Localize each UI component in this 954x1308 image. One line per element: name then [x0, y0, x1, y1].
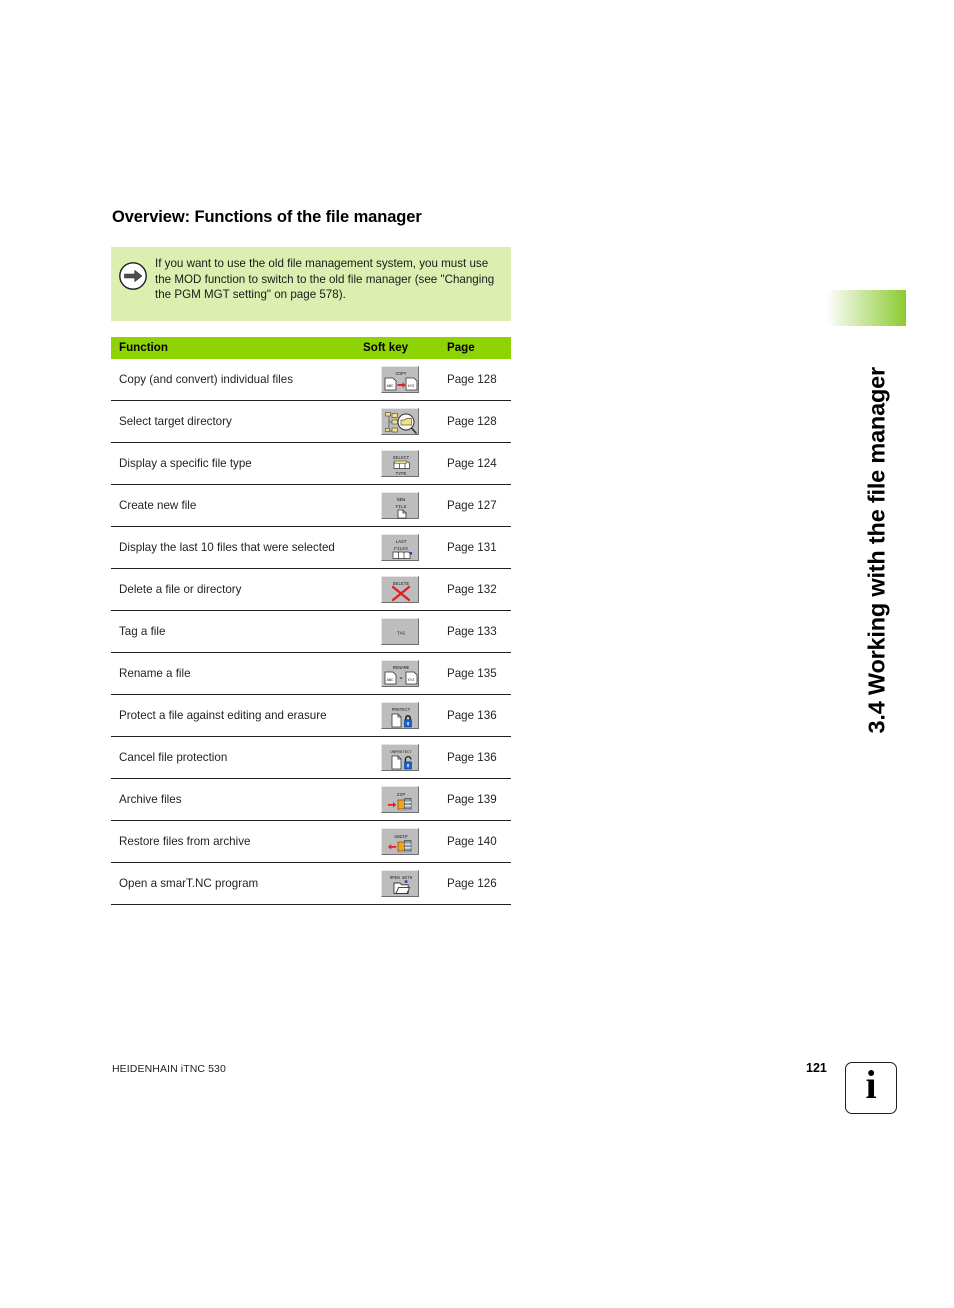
svg-text:TYPE: TYPE — [395, 471, 406, 477]
page-reference[interactable]: Page 131 — [441, 526, 511, 569]
svg-text:DELETE: DELETE — [393, 581, 410, 587]
svg-text:OPEN WITH: OPEN WITH — [390, 877, 413, 881]
page-reference[interactable]: Page 128 — [441, 400, 511, 443]
table-header-row: Function Soft key Page — [111, 337, 511, 359]
copy-softkey[interactable]: COPY ABC XYZ — [381, 366, 419, 393]
svg-text:ABC: ABC — [387, 385, 395, 389]
page-title: Overview: Functions of the file manager — [112, 208, 422, 226]
table-row: Open a smarT.NC program OPEN WITH Page 1… — [111, 862, 511, 905]
page-reference[interactable]: Page 133 — [441, 610, 511, 653]
table-row: Copy (and convert) individual files COPY… — [111, 359, 511, 401]
svg-text:PROTECT: PROTECT — [392, 708, 411, 713]
function-label: Tag a file — [111, 610, 359, 653]
protect-softkey[interactable]: PROTECT — [381, 702, 419, 729]
arrow-right-circle-icon — [111, 247, 155, 291]
table-row: Archive files ZIP Page 139 — [111, 778, 511, 821]
svg-text:COPY: COPY — [395, 371, 406, 377]
function-label: Copy (and convert) individual files — [111, 359, 359, 401]
function-label: Create new file — [111, 484, 359, 527]
function-label: Restore files from archive — [111, 820, 359, 863]
function-label: Select target directory — [111, 400, 359, 443]
function-label: Delete a file or directory — [111, 568, 359, 611]
table-row: Display the last 10 files that were sele… — [111, 526, 511, 569]
footer-product-name: HEIDENHAIN iTNC 530 — [112, 1063, 226, 1075]
functions-table: Function Soft key Page Copy (and convert… — [111, 337, 511, 905]
page-reference[interactable]: Page 124 — [441, 442, 511, 485]
function-label: Protect a file against editing and erasu… — [111, 694, 359, 737]
delete-softkey[interactable]: DELETE — [381, 576, 419, 603]
page-reference[interactable]: Page 136 — [441, 736, 511, 779]
page-reference[interactable]: Page 132 — [441, 568, 511, 611]
function-label: Cancel file protection — [111, 736, 359, 779]
table-row: Delete a file or directory DELETE Page 1… — [111, 568, 511, 611]
page-reference[interactable]: Page 135 — [441, 652, 511, 695]
svg-text:SELECT: SELECT — [393, 455, 410, 461]
function-label: Display a specific file type — [111, 442, 359, 485]
tag-softkey[interactable]: TAG — [381, 618, 419, 645]
info-i-glyph: i — [865, 1062, 877, 1107]
svg-text:=: = — [399, 676, 402, 682]
table-row: Protect a file against editing and erasu… — [111, 694, 511, 737]
svg-text:ABC: ABC — [387, 679, 395, 683]
unprotect-softkey[interactable]: UNPROTECT — [381, 744, 419, 771]
select-type-softkey[interactable]: SELECT TYPE — [381, 450, 419, 477]
footer-page-number: 121 — [806, 1061, 827, 1075]
heidenhain-info-logo: i — [845, 1062, 897, 1114]
unzip-softkey[interactable]: UNZIP — [381, 828, 419, 855]
table-row: Display a specific file type SELECT TYPE… — [111, 442, 511, 485]
page-reference[interactable]: Page 139 — [441, 778, 511, 821]
function-label: Open a smarT.NC program — [111, 862, 359, 905]
svg-text:TAG: TAG — [397, 631, 406, 637]
svg-text:FILE: FILE — [395, 504, 406, 510]
column-header-function: Function — [111, 337, 359, 359]
svg-text:LAST: LAST — [395, 539, 406, 545]
table-row: Select target directory Page 128 — [111, 400, 511, 443]
table-row: Rename a file RENAME ABC XYZ = Page 135 — [111, 652, 511, 695]
page-reference[interactable]: Page 140 — [441, 820, 511, 863]
svg-text:ZIP: ZIP — [397, 792, 406, 798]
page-reference[interactable]: Page 127 — [441, 484, 511, 527]
running-head: 3.4 Working with the file manager — [826, 150, 954, 770]
zip-softkey[interactable]: ZIP — [381, 786, 419, 813]
svg-text:NEW: NEW — [397, 497, 406, 503]
svg-text:XYZ: XYZ — [408, 385, 416, 389]
table-row: Restore files from archive UNZIP Page 14… — [111, 820, 511, 863]
table-row: Create new file NEW FILE Page 127 — [111, 484, 511, 527]
table-row: Tag a file TAG Page 133 — [111, 610, 511, 653]
rename-softkey[interactable]: RENAME ABC XYZ = — [381, 660, 419, 687]
note-box: If you want to use the old file manageme… — [111, 247, 511, 321]
svg-text:UNPROTECT: UNPROTECT — [390, 751, 412, 755]
svg-text:UNZIP: UNZIP — [394, 835, 408, 840]
note-text: If you want to use the old file manageme… — [155, 257, 495, 302]
open-with-softkey[interactable]: OPEN WITH — [381, 870, 419, 897]
column-header-page: Page — [441, 337, 511, 359]
last-files-softkey[interactable]: LAST FILES — [381, 534, 419, 561]
function-label: Display the last 10 files that were sele… — [111, 526, 359, 569]
select-target-directory-softkey[interactable] — [381, 408, 419, 435]
svg-text:XYZ: XYZ — [408, 679, 416, 683]
page-reference[interactable]: Page 126 — [441, 862, 511, 905]
page-reference[interactable]: Page 128 — [441, 359, 511, 401]
function-label: Archive files — [111, 778, 359, 821]
running-head-text: 3.4 Working with the file manager — [863, 367, 890, 734]
page-reference[interactable]: Page 136 — [441, 694, 511, 737]
function-label: Rename a file — [111, 652, 359, 695]
table-row: Cancel file protection UNPROTECT Page 13… — [111, 736, 511, 779]
column-header-softkey: Soft key — [359, 337, 441, 359]
new-file-softkey[interactable]: NEW FILE — [381, 492, 419, 519]
svg-text:FILES: FILES — [394, 546, 408, 552]
svg-text:RENAME: RENAME — [393, 665, 410, 671]
